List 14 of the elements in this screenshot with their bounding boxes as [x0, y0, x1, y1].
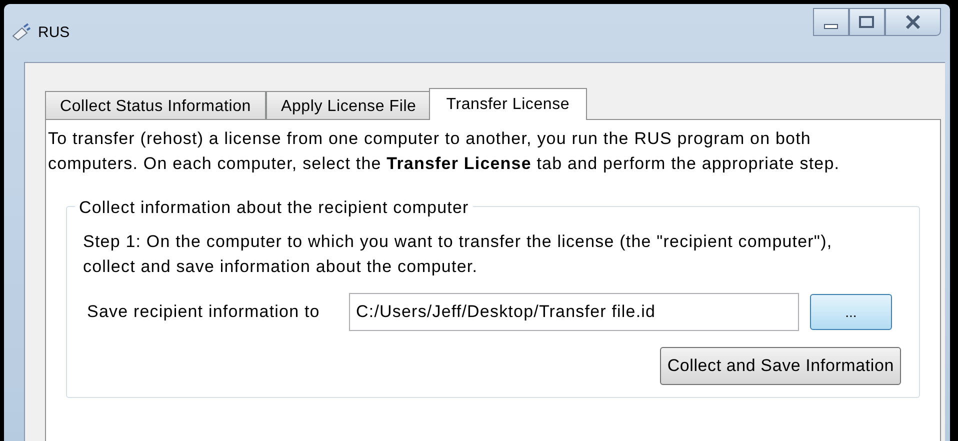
maximize-button[interactable] [849, 8, 885, 36]
field-label: Save recipient information to [87, 301, 321, 324]
window-title: RUS [38, 23, 70, 43]
close-button[interactable] [885, 8, 941, 36]
collect-save-button[interactable]: Collect and Save Information [660, 347, 901, 385]
minimize-button[interactable] [813, 8, 849, 36]
browse-button[interactable]: ... [810, 294, 892, 330]
minimize-icon [824, 24, 838, 28]
tab[interactable]: Apply License File [266, 91, 432, 119]
tab[interactable]: Transfer License [429, 88, 587, 120]
path-field[interactable]: C:/Users/Jeff/Desktop/Transfer file.id [349, 293, 799, 331]
step-text: Step 1: On the computer to which you want to transfer the license (the "recipient computer"), collect and save information about the computer. [83, 231, 834, 278]
tab[interactable]: Collect Status Information [45, 91, 266, 119]
intro-text: To transfer (rehost) a license from one computer to another, you run the RUS program on both computers. On each computer, select the Transfer License tab and perform the appropriate step. [48, 128, 841, 175]
